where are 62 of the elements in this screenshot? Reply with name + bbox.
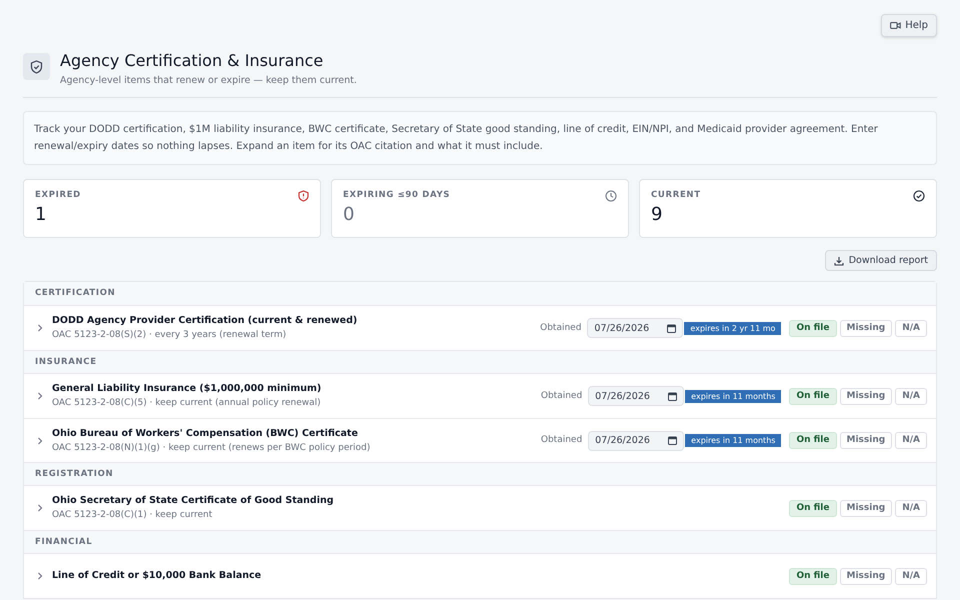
- section-heading: REGISTRATION: [35, 468, 114, 481]
- date-label: Obtained: [540, 434, 582, 447]
- item-title: Ohio Secretary of State Certificate of Good Standing: [52, 494, 335, 508]
- date-field[interactable]: 07/26/2026: [588, 386, 684, 406]
- status-toggle[interactable]: Missing: [840, 500, 892, 517]
- status-toggle[interactable]: On file: [789, 500, 836, 517]
- chevron-icon[interactable]: [37, 436, 43, 445]
- status-toggle[interactable]: On file: [789, 568, 836, 585]
- calendar-icon[interactable]: [668, 436, 678, 446]
- expiry-badge: expires in 2 yr 11 mo: [684, 322, 782, 335]
- section-heading: CERTIFICATION: [35, 287, 116, 300]
- stat-value: 1: [35, 203, 48, 227]
- chevron-icon[interactable]: [37, 324, 43, 332]
- page-title: Agency Certification & Insurance: [60, 50, 324, 72]
- section-heading: INSURANCE: [35, 356, 97, 369]
- clock-icon: [605, 190, 617, 202]
- status-toggle[interactable]: On file: [789, 432, 836, 450]
- item-title: Line of Credit or $10,000 Bank Balance: [52, 569, 262, 584]
- status-toggle[interactable]: N/A: [895, 500, 927, 517]
- video-camera-icon: [890, 21, 902, 30]
- status-toggle[interactable]: On file: [789, 320, 836, 337]
- stat-label: EXPIRED: [35, 189, 81, 202]
- item-citation: OAC 5123-2-08(N)(1)(g) · keep current (renews per BWC policy period): [52, 442, 372, 455]
- check-circle-icon: [913, 190, 925, 202]
- item-title: General Liability Insurance ($1,000,000 minimum): [52, 382, 322, 396]
- stat-value: 9: [651, 203, 664, 227]
- calendar-icon[interactable]: [667, 324, 676, 333]
- status-toggle[interactable]: N/A: [895, 388, 927, 405]
- date-label: Obtained: [540, 322, 582, 334]
- chevron-icon[interactable]: [37, 572, 43, 580]
- expiry-badge: expires in 11 months: [685, 434, 782, 448]
- item-title: Ohio Bureau of Workers' Compensation (BWC) Certificate: [52, 426, 359, 441]
- status-toggle[interactable]: N/A: [895, 432, 927, 450]
- page-subtitle: Agency-level items that renew or expire — keep them current.: [60, 74, 357, 88]
- status-toggle[interactable]: Missing: [840, 432, 892, 450]
- shield-alert-icon: [298, 190, 309, 202]
- item-title: DODD Agency Provider Certification (current & renewed): [52, 314, 358, 328]
- calendar-icon[interactable]: [668, 392, 678, 401]
- date-field[interactable]: 07/26/2026: [588, 430, 684, 451]
- status-toggle[interactable]: Missing: [840, 388, 892, 405]
- download-report-button[interactable]: Download report: [824, 250, 937, 272]
- item-citation: OAC 5123-2-08(S)(2) · every 3 years (renewal term): [52, 329, 288, 342]
- help-button[interactable]: Help: [881, 14, 937, 37]
- shield-icon: [23, 53, 50, 80]
- status-toggle[interactable]: On file: [789, 388, 836, 405]
- status-toggle[interactable]: N/A: [895, 568, 927, 585]
- status-toggle[interactable]: Missing: [840, 320, 892, 337]
- date-label: Obtained: [540, 390, 582, 402]
- stat-label: CURRENT: [651, 189, 701, 202]
- status-toggle[interactable]: N/A: [895, 320, 927, 337]
- stat-value: 0: [343, 203, 356, 227]
- expiry-badge: expires in 11 months: [685, 390, 782, 403]
- item-citation: OAC 5123-2-08(C)(5) · keep current (annual policy renewal): [52, 397, 322, 410]
- date-field[interactable]: 07/26/2026: [587, 318, 684, 338]
- info-text: Track your DODD certification, $1M liability insurance, BWC certificate, Secretary of State good standing, line of credit, EIN/NPI, and Medicaid provider agreement. Enter renewal/expiry dates so nothing lapses. Expand an item for its OAC citation and what it must include.: [23, 111, 937, 166]
- chevron-icon[interactable]: [37, 504, 43, 512]
- status-toggle[interactable]: Missing: [840, 568, 892, 585]
- section-heading: FINANCIAL: [35, 536, 92, 549]
- stat-label: EXPIRING ≤90 DAYS: [343, 189, 450, 202]
- item-citation: OAC 5123-2-08(C)(1) · keep current: [52, 509, 214, 522]
- chevron-icon[interactable]: [37, 392, 43, 400]
- download-icon: [834, 256, 844, 266]
